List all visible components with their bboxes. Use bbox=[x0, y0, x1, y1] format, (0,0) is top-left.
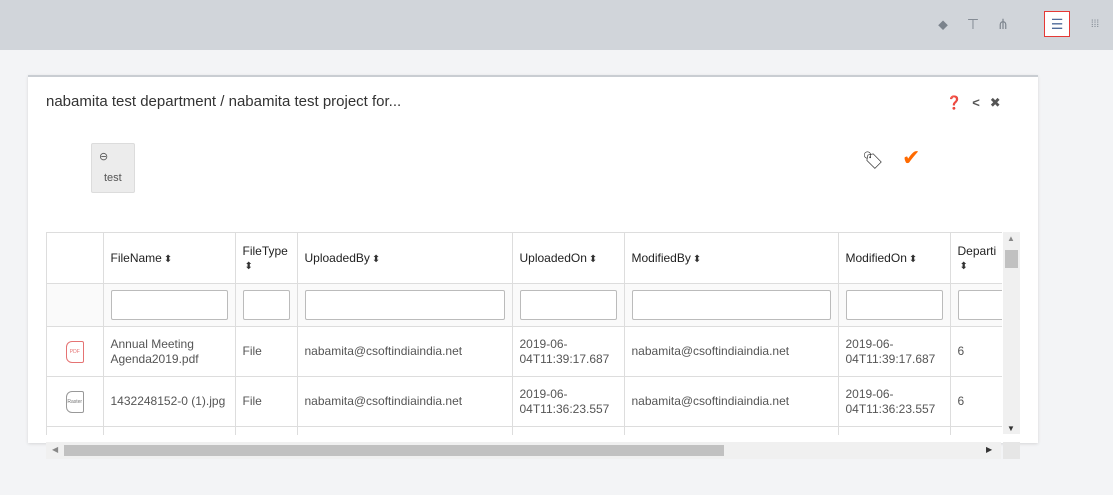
image-file-icon: Raster bbox=[65, 390, 84, 413]
hierarchy-icon[interactable]: ⋔ bbox=[991, 12, 1015, 36]
scroll-up-icon[interactable]: ▲ bbox=[1007, 234, 1015, 243]
column-label: FileName bbox=[110, 251, 162, 265]
uploadedon-filter-input[interactable] bbox=[519, 290, 617, 320]
filter-cell bbox=[838, 283, 951, 327]
column-header-uploadedon[interactable]: UploadedOn ⬍ bbox=[512, 233, 625, 284]
cell-filename bbox=[103, 426, 236, 435]
project-panel: nabamita test department / nabamita test… bbox=[28, 75, 1038, 459]
remove-tag-icon[interactable]: ⊖ bbox=[99, 150, 108, 163]
cell-filename[interactable]: 1432248152-0 (1).jpg bbox=[103, 376, 236, 427]
cell-department: 6 bbox=[950, 326, 1002, 377]
vertical-scrollbar[interactable]: ▲ ▼ bbox=[1003, 232, 1020, 434]
file-icon-cell: PDF bbox=[47, 326, 104, 377]
icon-column-header bbox=[47, 233, 104, 284]
tags-icon[interactable]: 🏷 bbox=[862, 151, 884, 171]
uploadedby-filter-input[interactable] bbox=[304, 290, 505, 320]
panel-actions: ❓ < ✖ bbox=[946, 95, 1001, 111]
column-header-filename[interactable]: FileName ⬍ bbox=[103, 233, 236, 284]
cell-filename[interactable]: Annual Meeting Agenda2019.pdf bbox=[103, 326, 236, 377]
vertical-scroll-thumb[interactable] bbox=[1005, 250, 1018, 268]
cell-uploadedon: 2019-06-04T11:39:17.687 bbox=[512, 326, 625, 377]
cell-uploadedby bbox=[297, 426, 513, 435]
cell-modifiedby bbox=[624, 426, 839, 435]
cell-modifiedon bbox=[838, 426, 951, 435]
cell-modifiedby: nabamita@csoftindiaindia.net bbox=[624, 376, 839, 427]
filter-cell bbox=[103, 283, 236, 327]
sort-icon[interactable]: ⬍ bbox=[693, 254, 701, 265]
sort-icon[interactable]: ⬍ bbox=[589, 254, 597, 265]
cell-filetype bbox=[235, 426, 298, 435]
column-header-uploadedby[interactable]: UploadedBy ⬍ bbox=[297, 233, 513, 284]
cell-modifiedon: 2019-06-04T11:39:17.687 bbox=[838, 326, 951, 377]
column-label: Departi bbox=[957, 244, 997, 258]
tag-chip-label: test bbox=[104, 172, 122, 184]
header-row: FileName ⬍ FileType ⬍ UploadedBy ⬍ Uploaded… bbox=[47, 233, 1002, 284]
scroll-right-icon[interactable]: ▶ bbox=[986, 445, 992, 454]
cell-uploadedby: nabamita@csoftindiaindia.net bbox=[297, 326, 513, 377]
filter-cell bbox=[512, 283, 625, 327]
filter-icon[interactable]: ⊤ bbox=[961, 12, 985, 36]
filter-row bbox=[47, 283, 1002, 327]
column-label: ModifiedBy bbox=[631, 251, 691, 265]
sort-icon[interactable]: ⬍ bbox=[960, 261, 968, 272]
cell-modifiedby: nabamita@csoftindiaindia.net bbox=[624, 326, 839, 377]
cell-uploadedon: 2019-06-04T11:36:23.557 bbox=[512, 376, 625, 427]
column-label: ModifiedOn bbox=[845, 251, 907, 265]
file-icon-cell: Raster bbox=[47, 376, 104, 427]
help-icon[interactable]: ❓ bbox=[946, 95, 962, 111]
sort-icon[interactable]: ⬍ bbox=[372, 254, 380, 265]
modifiedon-filter-input[interactable] bbox=[845, 290, 943, 320]
filter-cell bbox=[950, 283, 1002, 327]
filter-cell bbox=[235, 283, 298, 327]
cell-filetype: File bbox=[235, 376, 298, 427]
filter-cell-empty bbox=[47, 283, 104, 327]
scrollbar-corner bbox=[1003, 442, 1020, 459]
sort-icon[interactable]: ⬍ bbox=[245, 261, 253, 272]
top-toolbar: ⬥ ⊤ ⋔ ☰ ⁞⁞⁞ bbox=[0, 0, 1113, 50]
column-header-modifiedon[interactable]: ModifiedOn ⬍ bbox=[838, 233, 951, 284]
cell-department: 6 bbox=[950, 376, 1002, 427]
sort-icon[interactable]: ⬍ bbox=[164, 254, 172, 265]
column-header-filetype[interactable]: FileType ⬍ bbox=[235, 233, 298, 284]
column-label: FileType bbox=[242, 244, 288, 258]
scroll-left-icon[interactable]: ◀ bbox=[52, 445, 58, 454]
horizontal-scrollbar[interactable]: ◀ ▶ bbox=[46, 442, 1001, 459]
confirm-check-icon[interactable]: ✔ bbox=[902, 145, 920, 171]
cell-filetype: File bbox=[235, 326, 298, 377]
filetype-filter-input[interactable] bbox=[242, 290, 290, 320]
files-table: FileName ⬍ FileType ⬍ UploadedBy ⬍ Uploaded… bbox=[47, 233, 1002, 435]
cell-modifiedon: 2019-06-04T11:36:23.557 bbox=[838, 376, 951, 427]
column-label: UploadedBy bbox=[304, 251, 370, 265]
grid-view-icon[interactable]: ⁞⁞⁞ bbox=[1083, 12, 1107, 36]
column-header-modifiedby[interactable]: ModifiedBy ⬍ bbox=[624, 233, 839, 284]
filter-cell bbox=[297, 283, 513, 327]
scroll-down-icon[interactable]: ▼ bbox=[1007, 424, 1015, 433]
files-grid: FileName ⬍ FileType ⬍ UploadedBy ⬍ Uploaded… bbox=[46, 232, 1002, 435]
back-icon[interactable]: < bbox=[972, 95, 980, 111]
modifiedby-filter-input[interactable] bbox=[631, 290, 831, 320]
department-filter-input[interactable] bbox=[957, 290, 1002, 320]
table-row[interactable]: Raster 1432248152-0 (1).jpg File nabamit… bbox=[47, 376, 1002, 427]
table-row-partial[interactable] bbox=[47, 426, 1002, 435]
cell-uploadedon bbox=[512, 426, 625, 435]
table-row[interactable]: PDF Annual Meeting Agenda2019.pdf File n… bbox=[47, 326, 1002, 377]
list-view-icon[interactable]: ☰ bbox=[1044, 11, 1070, 37]
column-label: UploadedOn bbox=[519, 251, 587, 265]
cell-department bbox=[950, 426, 1002, 435]
column-header-department[interactable]: Departi ⬍ bbox=[950, 233, 1002, 284]
panel-title: nabamita test department / nabamita test… bbox=[46, 93, 402, 110]
pdf-file-icon: PDF bbox=[65, 340, 84, 363]
file-icon-cell bbox=[47, 426, 104, 435]
tag-chip-test[interactable]: ⊖ test bbox=[91, 143, 135, 193]
horizontal-scroll-thumb[interactable] bbox=[64, 445, 724, 456]
tag-icon[interactable]: ⬥ bbox=[931, 12, 955, 36]
close-icon[interactable]: ✖ bbox=[990, 95, 1001, 111]
cell-uploadedby: nabamita@csoftindiaindia.net bbox=[297, 376, 513, 427]
sort-icon[interactable]: ⬍ bbox=[909, 254, 917, 265]
filter-cell bbox=[624, 283, 839, 327]
filename-filter-input[interactable] bbox=[110, 290, 228, 320]
